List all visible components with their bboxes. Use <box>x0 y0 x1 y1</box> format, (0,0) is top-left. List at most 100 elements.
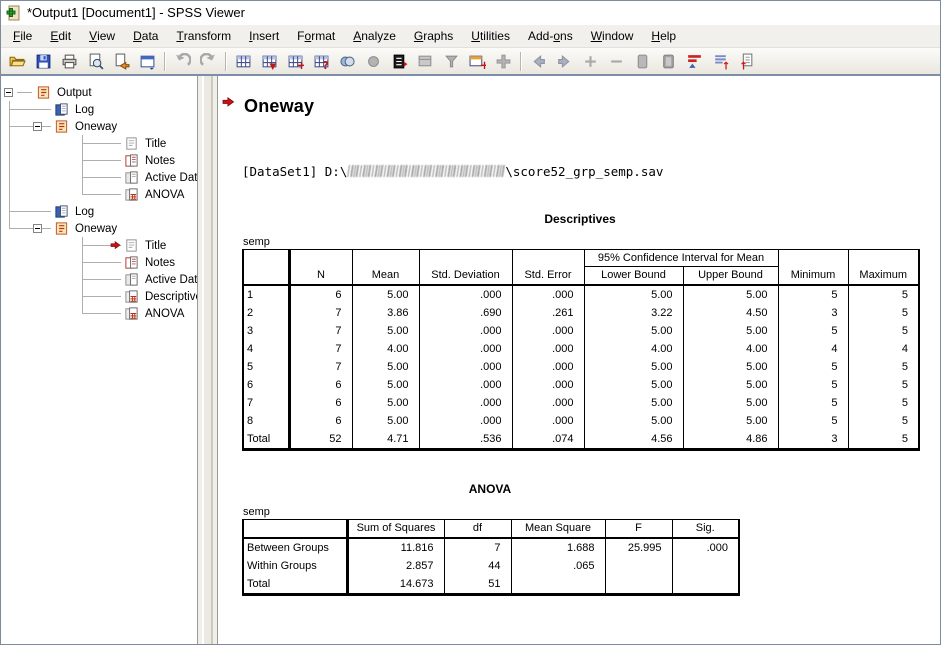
insert-cases-icon: + <box>287 53 304 70</box>
svg-text:▼: ▼ <box>270 61 277 69</box>
outline-item-label: Oneway <box>73 223 119 235</box>
table-cell: 4.56 <box>584 430 683 450</box>
dataset-page-icon <box>124 272 139 287</box>
open-file-button[interactable] <box>5 50 30 73</box>
anova-table[interactable]: Sum of SquaresdfMean SquareFSig.Between … <box>242 519 740 596</box>
table-cell: 2.857 <box>347 557 444 575</box>
outline-item-log[interactable]: Log <box>54 101 197 118</box>
table-cell: 6 <box>289 394 352 412</box>
menu-window[interactable]: Window <box>582 25 643 47</box>
menu-edit[interactable]: Edit <box>41 25 80 47</box>
tree-expander-icon[interactable] <box>33 224 42 233</box>
menu-transform[interactable]: Transform <box>167 25 240 47</box>
column-header: Mean Square <box>511 520 605 539</box>
undo-button[interactable] <box>170 50 195 73</box>
table-cell: 4 <box>848 340 919 358</box>
table-cell: .000 <box>419 376 512 394</box>
next-item-button[interactable] <box>552 50 577 73</box>
table-cell: 5.00 <box>584 322 683 340</box>
menu-format[interactable]: Format <box>288 25 344 47</box>
hide-item-icon <box>660 53 677 70</box>
insert-text-button[interactable] <box>491 50 516 73</box>
dataset-page-icon <box>124 170 139 185</box>
demote-item-icon: ↑ <box>712 53 729 70</box>
table-cell: 4 <box>778 340 848 358</box>
menu-data[interactable]: Data <box>124 25 167 47</box>
print-preview-button[interactable] <box>83 50 108 73</box>
outline-item-title[interactable]: Title <box>124 237 197 254</box>
tree-expander-icon[interactable] <box>4 88 13 97</box>
hide-item-button[interactable] <box>656 50 681 73</box>
promote-item-icon <box>686 53 703 70</box>
promote-item-button[interactable] <box>682 50 707 73</box>
print-button[interactable] <box>57 50 82 73</box>
menu-view[interactable]: View <box>80 25 124 47</box>
show-item-button[interactable] <box>630 50 655 73</box>
menu-analyze[interactable]: Analyze <box>344 25 405 47</box>
outline-item-active-dataset[interactable]: Active Dataset <box>124 169 197 186</box>
row-label: Total <box>243 575 347 595</box>
outline-item-oneway[interactable]: Oneway <box>54 118 197 135</box>
recall-dialog-button[interactable] <box>135 50 160 73</box>
outline-item-output[interactable]: Output <box>4 84 197 101</box>
table-cell: 5.00 <box>584 358 683 376</box>
menu-help[interactable]: Help <box>642 25 685 47</box>
title-page-icon <box>124 238 139 253</box>
find-button[interactable] <box>361 50 386 73</box>
outline-item-notes[interactable]: Notes <box>124 254 197 271</box>
menu-add-ons[interactable]: Add-ons <box>519 25 582 47</box>
tree-expander-icon[interactable] <box>33 122 42 131</box>
outline-item-label: ANOVA <box>143 308 186 320</box>
outline-item-descriptives[interactable]: Descriptives <box>124 288 197 305</box>
expand-item-icon <box>582 53 599 70</box>
dataset-path-prefix: [DataSet1] D:\ <box>242 164 347 179</box>
outline-item-anova[interactable]: ANOVA <box>124 186 197 203</box>
column-header: Minimum <box>778 250 848 286</box>
print-preview-icon <box>87 53 104 70</box>
table-cell: .000 <box>512 376 584 394</box>
insert-object-button[interactable]: ↑ <box>734 50 759 73</box>
collapse-item-button[interactable] <box>604 50 629 73</box>
anova-variable-label: semp <box>242 506 940 519</box>
insert-title-button[interactable] <box>439 50 464 73</box>
descriptives-table[interactable]: NMeanStd. DeviationStd. Error95% Confide… <box>242 249 920 451</box>
export-output-button[interactable] <box>109 50 134 73</box>
menu-graphs[interactable]: Graphs <box>405 25 462 47</box>
outline-item-active-dataset[interactable]: Active Dataset <box>124 271 197 288</box>
goto-case-button[interactable]: ▼ <box>257 50 282 73</box>
table-cell <box>511 575 605 595</box>
menu-utilities[interactable]: Utilities <box>462 25 519 47</box>
table-row: 273.86.690.2613.224.5035 <box>243 304 919 322</box>
table-cell: 5.00 <box>683 412 778 430</box>
table-cell: .000 <box>512 322 584 340</box>
expand-item-button[interactable] <box>578 50 603 73</box>
redo-button[interactable] <box>196 50 221 73</box>
table-cell: 5 <box>778 412 848 430</box>
previous-item-button[interactable] <box>526 50 551 73</box>
use-sets-button[interactable] <box>335 50 360 73</box>
open-file-icon <box>9 53 26 70</box>
outline-item-anova[interactable]: ANOVA <box>124 305 197 322</box>
outline-item-notes[interactable]: Notes <box>124 152 197 169</box>
splitter-handle <box>202 76 213 644</box>
row-label: Within Groups <box>243 557 347 575</box>
insert-heading-button[interactable] <box>413 50 438 73</box>
table-cell: 5 <box>848 285 919 304</box>
insert-cases-button[interactable]: + <box>283 50 308 73</box>
goto-data-button[interactable] <box>231 50 256 73</box>
outline-item-title[interactable]: Title <box>124 135 197 152</box>
menu-file[interactable]: File <box>4 25 41 47</box>
table-corner-cell <box>243 520 347 539</box>
save-file-button[interactable] <box>31 50 56 73</box>
outline-item-label: Descriptives <box>143 291 198 303</box>
menu-insert[interactable]: Insert <box>240 25 288 47</box>
designate-window-button[interactable]: + <box>465 50 490 73</box>
demote-item-button[interactable]: ↑ <box>708 50 733 73</box>
table-row: 375.00.000.0005.005.0055 <box>243 322 919 340</box>
outline-pane: OutputLogOnewayTitleNotesActive DatasetA… <box>1 76 198 644</box>
pane-splitter[interactable] <box>198 76 218 644</box>
variables-button[interactable]: ? <box>309 50 334 73</box>
outline-item-oneway[interactable]: Oneway <box>54 220 197 237</box>
select-last-output-button[interactable] <box>387 50 412 73</box>
outline-item-log[interactable]: Log <box>54 203 197 220</box>
